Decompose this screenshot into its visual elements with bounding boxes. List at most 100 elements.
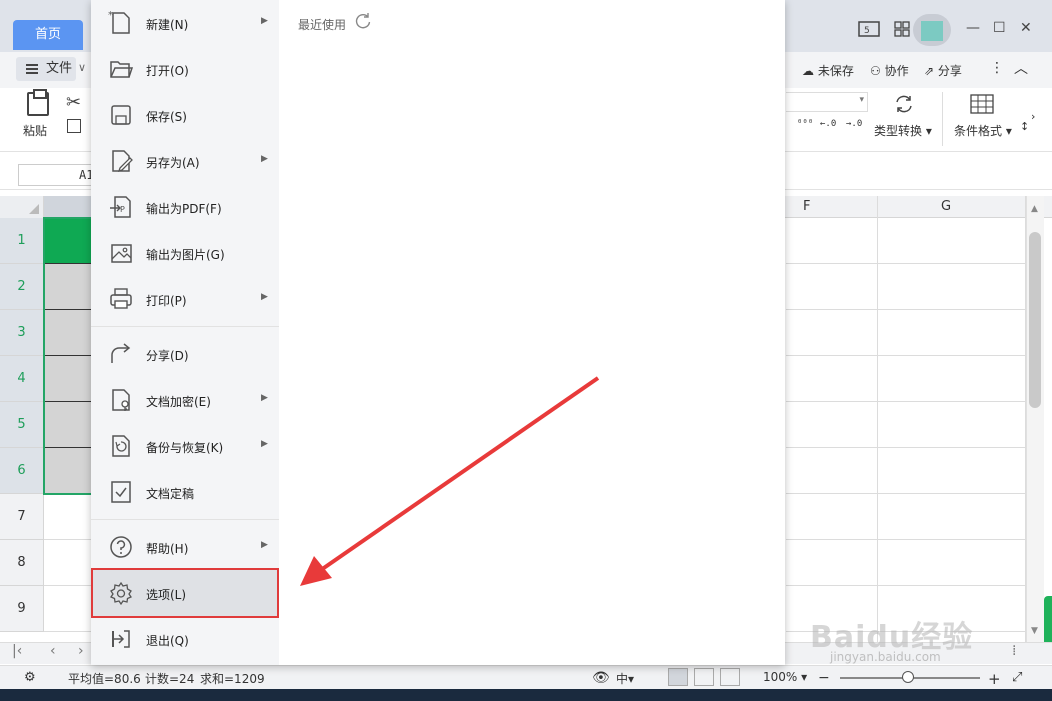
menu-item-label: 打开(O) — [146, 64, 189, 78]
paste-label[interactable]: 粘贴 — [23, 122, 47, 139]
row-header[interactable]: 3 — [0, 310, 44, 356]
column-header-f[interactable]: F — [803, 199, 810, 214]
menu-item-help[interactable]: 帮助(H) ▶ — [91, 524, 279, 570]
minimize-icon[interactable]: — — [966, 20, 980, 36]
row-header[interactable]: 9 — [0, 586, 44, 632]
copy-icon[interactable] — [67, 119, 81, 133]
first-sheet-icon[interactable]: |‹ — [12, 643, 22, 659]
menu-item-exit[interactable]: 退出(Q) — [91, 616, 279, 662]
type-convert-button[interactable]: 类型转换 ▾ — [874, 122, 932, 139]
menu-item-print[interactable]: 打印(P) ▶ — [91, 276, 279, 322]
menu-item-finalize[interactable]: 文档定稿 — [91, 469, 279, 515]
cell-a2[interactable] — [44, 264, 92, 310]
row-header[interactable]: 5 — [0, 402, 44, 448]
row-header[interactable]: 2 — [0, 264, 44, 310]
tab-home[interactable]: 首页 — [13, 20, 83, 50]
menu-item-share[interactable]: 分享(D) — [91, 331, 279, 377]
menu-item-new[interactable]: * 新建(N) ▶ — [91, 0, 279, 46]
conditional-format-icon[interactable] — [970, 94, 994, 117]
zoom-out-icon[interactable]: − — [818, 670, 830, 686]
menu-item-export-pdf[interactable]: P 输出为PDF(F) — [91, 184, 279, 230]
status-average[interactable]: 平均值=80.6 — [68, 670, 141, 687]
row-header[interactable]: 1 — [0, 218, 44, 264]
sheet-bar-splitter-icon[interactable]: ⁞ — [1012, 643, 1016, 659]
conditional-format-button[interactable]: 条件格式 ▾ — [954, 122, 1012, 139]
collapse-ribbon-icon[interactable]: ︿ — [1014, 58, 1028, 78]
zoom-in-icon[interactable]: + — [988, 670, 1001, 688]
name-box[interactable]: A1 — [18, 164, 98, 186]
menu-item-label: 帮助(H) — [146, 542, 189, 556]
cell-a5[interactable] — [44, 402, 92, 448]
collaborate-button[interactable]: ⚇ 协作 — [870, 62, 909, 79]
menu-item-save-as[interactable]: 另存为(A) ▶ — [91, 138, 279, 184]
zoom-slider-handle[interactable] — [902, 671, 914, 683]
scroll-down-icon[interactable]: ▼ — [1031, 626, 1038, 636]
row-header[interactable]: 4 — [0, 356, 44, 402]
scrollbar-thumb[interactable] — [1029, 232, 1041, 408]
column-header-a[interactable] — [44, 196, 92, 218]
column-header-g[interactable]: G — [941, 199, 951, 214]
scissors-icon[interactable]: ✂ — [66, 92, 81, 113]
cell-a3[interactable] — [44, 310, 92, 356]
select-all-corner[interactable] — [0, 196, 44, 218]
maximize-icon[interactable]: ☐ — [993, 20, 1006, 36]
next-sheet-icon[interactable]: › — [78, 643, 84, 659]
menu-item-open[interactable]: 打开(O) — [91, 46, 279, 92]
file-menu-button[interactable]: 文件 — [16, 57, 76, 81]
grid-line — [44, 539, 92, 540]
status-count[interactable]: 计数=24 — [145, 670, 194, 687]
close-icon[interactable]: ✕ — [1020, 20, 1032, 36]
cell-a4[interactable] — [44, 356, 92, 402]
eye-protection-icon[interactable]: 👁 — [592, 670, 610, 686]
row-header[interactable]: 7 — [0, 494, 44, 540]
new-file-icon: * — [108, 10, 130, 34]
backup-icon — [112, 435, 130, 457]
paste-icon[interactable] — [27, 89, 49, 116]
fullscreen-icon[interactable]: ⤢ — [1012, 670, 1022, 685]
submenu-arrow-icon: ▶ — [261, 439, 268, 449]
avatar[interactable] — [913, 14, 951, 46]
share-icon — [111, 343, 131, 363]
normal-view-button[interactable] — [668, 668, 688, 686]
page-layout-view-button[interactable] — [694, 668, 714, 686]
menu-item-save[interactable]: 保存(S) — [91, 92, 279, 138]
decrease-decimal-icon[interactable]: →.0 — [846, 120, 862, 129]
ribbon-scroll-right-icon[interactable]: › — [1031, 110, 1035, 123]
menu-item-label: 文档加密(E) — [146, 395, 211, 409]
cell-a1[interactable] — [44, 218, 92, 264]
thousands-separator-icon[interactable]: ⁰⁰⁰ — [797, 120, 813, 129]
grid-line — [786, 355, 1026, 356]
cell-a6[interactable] — [44, 448, 92, 494]
share-button[interactable]: ⇗ 分享 — [924, 62, 962, 79]
menu-item-encrypt[interactable]: 文档加密(E) ▶ — [91, 377, 279, 423]
type-convert-label: 类型转换 — [874, 124, 923, 138]
input-method-icon[interactable]: 中▾ — [616, 670, 634, 687]
conditional-format-label: 条件格式 — [954, 124, 1003, 138]
sort-icon[interactable]: ↕ — [1020, 120, 1029, 133]
menu-divider — [91, 519, 279, 520]
apps-grid-icon[interactable] — [893, 20, 911, 41]
row-header[interactable]: 8 — [0, 540, 44, 586]
page-break-view-button[interactable] — [720, 668, 740, 686]
more-icon[interactable]: ⋮ — [990, 60, 1004, 76]
refresh-icon[interactable] — [354, 12, 372, 30]
menu-item-export-image[interactable]: 输出为图片(G) — [91, 230, 279, 276]
grid-line — [786, 263, 1026, 264]
os-taskbar — [0, 689, 1052, 701]
grid-line — [786, 447, 1026, 448]
number-format-select[interactable] — [786, 92, 868, 112]
screen-record-icon[interactable]: 5 — [858, 20, 880, 41]
unsaved-button[interactable]: ☁ 未保存 — [802, 62, 854, 79]
status-sum[interactable]: 求和=1209 — [200, 670, 265, 687]
chevron-down-icon[interactable]: ∨ — [78, 61, 86, 74]
row-header[interactable]: 6 — [0, 448, 44, 494]
menu-item-label: 输出为PDF(F) — [146, 202, 222, 216]
prev-sheet-icon[interactable]: ‹ — [50, 643, 56, 659]
zoom-level[interactable]: 100% ▾ — [763, 670, 807, 684]
scroll-up-icon[interactable]: ▲ — [1031, 204, 1038, 214]
convert-icon[interactable] — [893, 94, 915, 117]
increase-decimal-icon[interactable]: ←.0 — [820, 120, 836, 129]
svg-text:*: * — [108, 10, 113, 21]
menu-item-backup[interactable]: 备份与恢复(K) ▶ — [91, 423, 279, 469]
macro-icon[interactable]: ⚙ — [24, 670, 36, 685]
